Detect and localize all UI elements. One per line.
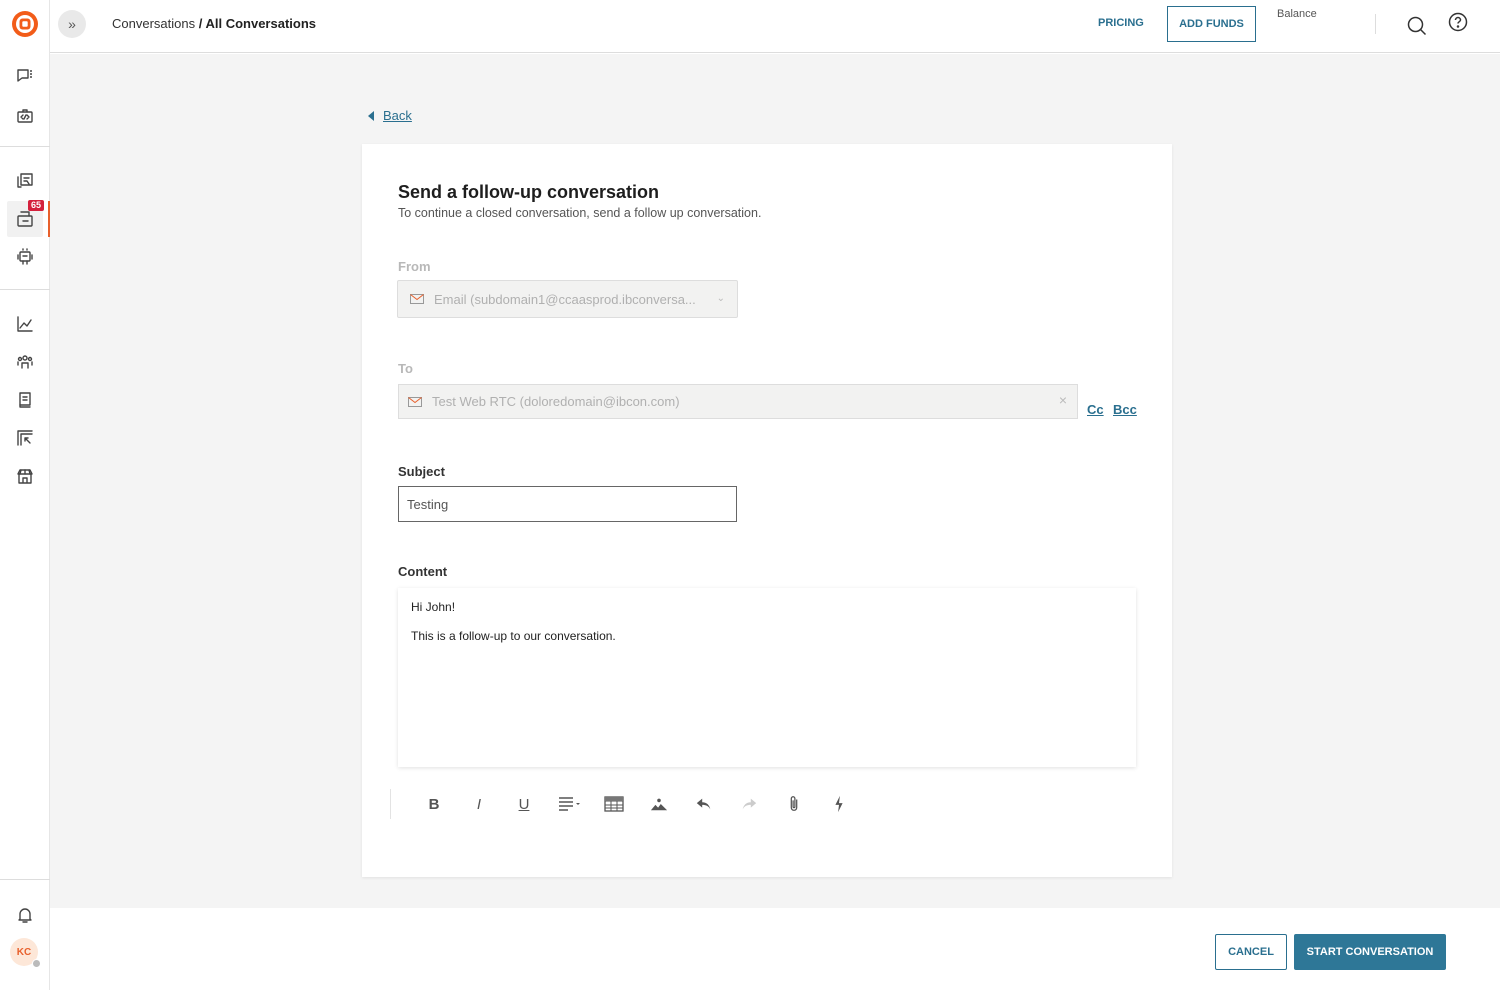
- from-select-value: Email (subdomain1@ccaasprod.ibconversa..…: [434, 291, 696, 307]
- sidebar-divider: [0, 879, 50, 880]
- start-conversation-button[interactable]: START CONVERSATION: [1294, 934, 1446, 970]
- code-briefcase-icon: [17, 109, 33, 123]
- undo-icon: [696, 798, 711, 810]
- top-header: » Conversations / All Conversations PRIC…: [50, 0, 1500, 53]
- inbox-icon: [17, 211, 33, 227]
- back-link-label: Back: [383, 108, 412, 123]
- sidebar-item-marketplace[interactable]: [12, 463, 38, 489]
- breadcrumb-current: All Conversations: [205, 16, 316, 31]
- insert-image-button[interactable]: [644, 790, 674, 818]
- chat-list-icon: [17, 69, 32, 82]
- attach-file-button[interactable]: [779, 790, 809, 818]
- main-content: Back Send a follow-up conversation To co…: [50, 54, 1500, 908]
- page-title: Send a follow-up conversation: [398, 182, 660, 202]
- search-button[interactable]: [1405, 14, 1429, 38]
- redo-icon: [742, 798, 757, 810]
- table-icon: [604, 796, 624, 812]
- sidebar-item-people[interactable]: [12, 349, 38, 375]
- brand-logo-icon[interactable]: [10, 9, 40, 39]
- to-label: To: [398, 361, 413, 376]
- bold-button[interactable]: B: [419, 790, 449, 818]
- email-icon: [408, 396, 422, 407]
- undo-button[interactable]: [689, 790, 719, 818]
- subject-input[interactable]: [398, 486, 737, 522]
- pricing-link[interactable]: PRICING: [1098, 17, 1144, 29]
- from-label: From: [398, 259, 431, 274]
- sidebar-item-analytics[interactable]: [12, 311, 38, 337]
- cancel-button[interactable]: CANCEL: [1215, 934, 1287, 970]
- sidebar-item-bots[interactable]: [12, 244, 38, 270]
- clear-recipient-icon[interactable]: ×: [1059, 392, 1067, 408]
- underline-icon: U: [518, 795, 530, 813]
- to-recipient-value: Test Web RTC (doloredomain@ibcon.com): [432, 394, 680, 409]
- inbox-count-badge: 65: [28, 200, 45, 211]
- breadcrumb-separator: /: [195, 16, 206, 31]
- email-icon: [410, 294, 424, 304]
- caret-left-icon: [368, 110, 374, 121]
- follow-up-form-card: Send a follow-up conversation To continu…: [362, 144, 1172, 877]
- content-label: Content: [398, 564, 448, 579]
- notifications-button[interactable]: [12, 902, 38, 928]
- quick-actions-button[interactable]: [824, 790, 854, 818]
- bcc-link[interactable]: Bcc: [1113, 402, 1137, 417]
- italic-button[interactable]: I: [464, 790, 494, 818]
- sidebar-divider: [0, 289, 50, 290]
- sidebar-item-conversations[interactable]: [12, 63, 38, 89]
- editor-toolbar: B I U: [390, 789, 869, 819]
- book-icon: [19, 392, 31, 408]
- underline-button[interactable]: U: [509, 790, 539, 818]
- breadcrumb: Conversations / All Conversations: [112, 16, 316, 31]
- to-recipient-field[interactable]: Test Web RTC (doloredomain@ibcon.com) ×: [398, 384, 1078, 419]
- analytics-chart-icon: [17, 316, 33, 332]
- redo-button[interactable]: [734, 790, 764, 818]
- double-chevron-right-icon: »: [68, 16, 76, 32]
- header-divider: [1375, 14, 1376, 34]
- people-group-icon: [17, 355, 33, 369]
- sidebar-item-developer[interactable]: [12, 103, 38, 129]
- subject-label: Subject: [398, 464, 445, 479]
- insert-table-button[interactable]: [599, 790, 629, 818]
- sidebar-divider: [0, 146, 50, 147]
- align-left-icon: [559, 797, 580, 811]
- sidebar-item-conversation-hub[interactable]: [12, 168, 38, 194]
- bold-icon: B: [428, 795, 440, 813]
- image-icon: [650, 798, 668, 811]
- sidebar: 65 KC: [0, 0, 50, 990]
- breadcrumb-parent[interactable]: Conversations: [112, 16, 195, 31]
- content-editor[interactable]: Hi John! This is a follow-up to our conv…: [398, 588, 1136, 767]
- bell-icon: [18, 908, 32, 923]
- paperclip-icon: [790, 796, 798, 811]
- conversations-copy-icon: [17, 173, 33, 188]
- add-funds-button[interactable]: ADD FUNDS: [1167, 6, 1256, 42]
- store-icon: [17, 469, 33, 484]
- align-dropdown-button[interactable]: [554, 790, 584, 818]
- expand-sidebar-button[interactable]: »: [58, 10, 86, 38]
- app-root: 65 KC » Conversations / All Conversation…: [0, 0, 1500, 990]
- from-select[interactable]: Email (subdomain1@ccaasprod.ibconversa..…: [397, 280, 738, 318]
- sidebar-item-knowledge[interactable]: [12, 387, 38, 413]
- content-line: This is a follow-up to our conversation.: [411, 629, 616, 643]
- frame-arrow-icon: [17, 430, 33, 446]
- back-link[interactable]: Back: [368, 108, 412, 123]
- help-icon: [1448, 12, 1468, 32]
- balance-label: Balance: [1277, 8, 1317, 20]
- sidebar-item-apps[interactable]: [12, 425, 38, 451]
- presence-status-dot: [32, 959, 41, 968]
- cc-link[interactable]: Cc: [1087, 402, 1104, 417]
- search-icon: [1407, 16, 1427, 36]
- content-line: Hi John!: [411, 600, 456, 614]
- robot-icon: [17, 248, 33, 265]
- lightning-icon: [835, 795, 843, 813]
- help-button[interactable]: [1446, 10, 1470, 34]
- page-subtitle: To continue a closed conversation, send …: [398, 206, 762, 220]
- chevron-down-icon: ⌄: [716, 293, 725, 304]
- italic-icon: I: [476, 795, 482, 813]
